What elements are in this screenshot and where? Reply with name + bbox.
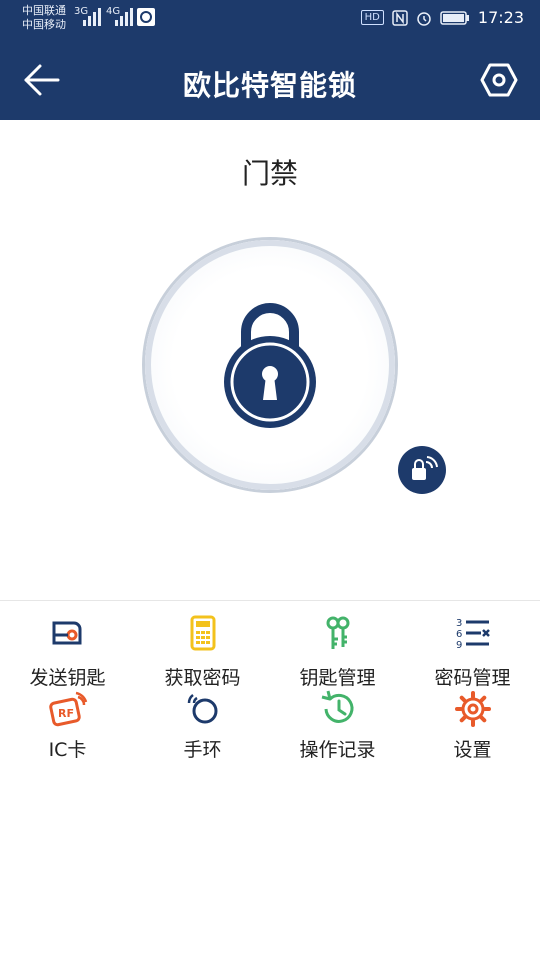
menu-ic-card[interactable]: RF IC卡: [0, 689, 135, 773]
menu-operation-log[interactable]: 操作记录: [270, 689, 405, 773]
wireless-lock-icon: [412, 456, 438, 480]
app-toolbar: 欧比特智能锁: [0, 40, 540, 120]
status-bar: 中国联通 中国移动 3G 4G HD 17:23: [0, 0, 540, 40]
svg-text:3: 3: [456, 618, 462, 629]
battery-icon: [440, 10, 469, 25]
section-divider: [0, 600, 540, 601]
door-label: 门禁: [241, 157, 298, 190]
signal-2-icon: [115, 8, 133, 26]
nfc-status-icon: [392, 9, 408, 26]
hexagon-settings-icon: [480, 63, 518, 97]
svg-text:6: 6: [456, 629, 462, 640]
menu-send-key[interactable]: 发送钥匙: [0, 605, 135, 689]
header: 中国联通 中国移动 3G 4G HD 17:23 欧比特智能锁: [0, 0, 540, 120]
lock-panel: 门禁: [0, 120, 540, 600]
menu-label: 操作记录: [299, 739, 376, 761]
menu-bracelet[interactable]: 手环: [135, 689, 270, 773]
menu-label: 密码管理: [434, 667, 511, 689]
key-management-icon: [326, 616, 349, 649]
menu-label: 钥匙管理: [299, 667, 376, 689]
password-management-icon: 3 6 9: [456, 618, 490, 651]
menu-key-management[interactable]: 钥匙管理: [270, 605, 405, 689]
menu-password-management[interactable]: 3 6 9 密码管理: [405, 605, 540, 689]
menu-settings[interactable]: 设置: [405, 689, 540, 773]
function-grid: 发送钥匙 获取密码 钥匙管理 3 6 9 密码管理 RF IC卡 手环 操作记录…: [0, 605, 540, 785]
menu-label: 设置: [453, 739, 492, 761]
page-title: 欧比特智能锁: [182, 69, 357, 102]
ic-card-icon: RF: [48, 691, 87, 727]
menu-get-password[interactable]: 获取密码: [135, 605, 270, 689]
menu-label: 发送钥匙: [29, 667, 106, 689]
menu-label: IC卡: [48, 739, 87, 761]
signal-1-icon: [83, 8, 101, 26]
carrier-1: 中国联通: [22, 4, 66, 17]
app-notification-icon: [137, 8, 155, 26]
device-settings-button[interactable]: [480, 62, 518, 98]
carrier-info: 中国联通 中国移动: [22, 4, 66, 32]
svg-text:RF: RF: [58, 707, 74, 720]
send-key-icon: [52, 621, 81, 645]
menu-label: 手环: [183, 739, 222, 761]
clock: 17:23: [477, 8, 524, 27]
alarm-icon: [417, 11, 431, 26]
padlock-icon: [224, 303, 316, 428]
operation-log-icon: [321, 690, 353, 723]
bracelet-icon: [187, 694, 217, 724]
svg-text:9: 9: [456, 640, 462, 651]
status-right: HD 17:23: [360, 8, 524, 27]
get-password-icon: [190, 615, 215, 651]
menu-label: 获取密码: [164, 667, 241, 689]
hd-badge: HD: [360, 10, 384, 25]
unlock-button[interactable]: [145, 240, 395, 490]
nfc-unlock-button[interactable]: [398, 446, 446, 494]
settings-icon: [454, 691, 491, 727]
carrier-2: 中国移动: [22, 18, 66, 31]
